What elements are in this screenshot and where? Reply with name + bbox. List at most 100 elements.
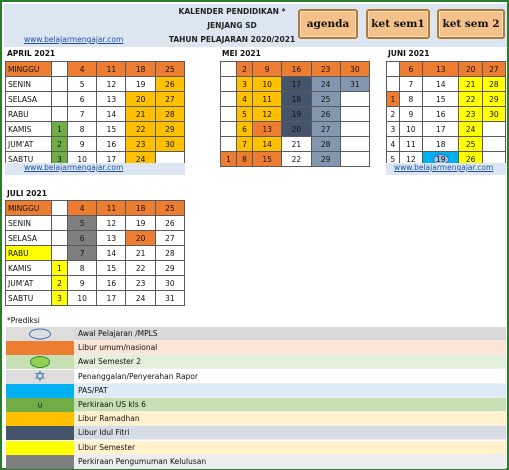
date-cell: 8 bbox=[236, 151, 254, 167]
date-cell bbox=[339, 136, 371, 152]
day-label: SENIN bbox=[5, 76, 52, 92]
date-cell: 1 bbox=[386, 91, 400, 107]
date-cell: 27 bbox=[310, 121, 341, 137]
date-cell: 5 bbox=[236, 106, 254, 122]
date-cell: 19 bbox=[125, 76, 156, 92]
star-icon: ✡ bbox=[34, 368, 46, 385]
date-cell: 27 bbox=[154, 91, 186, 107]
green-oval-icon bbox=[30, 356, 50, 369]
date-cell: 9 bbox=[67, 275, 98, 291]
april-week-row: KAMIS 1 8 15 22 29 bbox=[5, 121, 186, 137]
date-cell: 31 bbox=[154, 290, 186, 306]
legend-item: PAS/PAT bbox=[6, 383, 506, 398]
agenda-button[interactable]: agenda bbox=[298, 9, 358, 39]
date-cell: 20 bbox=[125, 230, 156, 246]
date-cell: 6 bbox=[67, 91, 98, 107]
day-label: RABU bbox=[5, 106, 52, 122]
juni-week-row: 6 13 20 27 bbox=[386, 61, 507, 77]
juli-week-row: RABU 7 14 21 28 bbox=[5, 245, 186, 261]
day-label: SENIN bbox=[5, 215, 52, 231]
date-cell: 6 bbox=[67, 230, 98, 246]
legend-label: Perkiraan Pengumuman Kelulusan bbox=[78, 456, 207, 466]
date-cell: 6 bbox=[398, 61, 423, 77]
mei-week-row: 7 14 21 28 bbox=[219, 136, 371, 152]
juli-week-row: SENIN 5 12 19 26 bbox=[5, 215, 186, 231]
date-cell: 14 bbox=[96, 106, 127, 122]
legend-label: Perkiraan US kls 6 bbox=[78, 400, 146, 409]
date-cell: 3 bbox=[236, 76, 254, 92]
date-cell: 15 bbox=[96, 260, 127, 276]
date-cell bbox=[50, 215, 69, 231]
legend-swatch bbox=[6, 341, 74, 356]
title-line-1: KALENDER PENDIDIKAN * bbox=[178, 7, 286, 16]
date-cell bbox=[50, 245, 69, 261]
date-cell: 20 bbox=[281, 121, 312, 137]
day-label: SABTU bbox=[5, 290, 52, 306]
date-cell: 24 bbox=[125, 290, 156, 306]
date-cell: 25 bbox=[310, 91, 341, 107]
month-title-april: APRIL 2021 bbox=[7, 49, 56, 58]
date-cell: 10 bbox=[67, 290, 98, 306]
date-cell: 4 bbox=[236, 91, 254, 107]
date-cell: 12 bbox=[96, 76, 127, 92]
date-cell: 17 bbox=[96, 290, 127, 306]
date-cell: 16 bbox=[421, 106, 460, 122]
date-cell: 27 bbox=[481, 61, 507, 77]
date-cell: 1 bbox=[50, 121, 69, 137]
date-cell: 17 bbox=[421, 121, 460, 137]
date-cell bbox=[50, 76, 69, 92]
date-cell: 7 bbox=[236, 136, 254, 152]
date-cell bbox=[481, 121, 507, 137]
date-cell: 13 bbox=[96, 91, 127, 107]
date-cell: 15 bbox=[252, 151, 283, 167]
calendar-sheet: KALENDER PENDIDIKAN * JENJANG SD TAHUN P… bbox=[0, 0, 509, 470]
mei-week-row: 1 8 15 22 29 bbox=[219, 151, 371, 167]
juli-week-row: JUM'AT 2 9 16 23 30 bbox=[5, 275, 186, 291]
legend-label: Libur Idul Fitri bbox=[78, 428, 130, 438]
day-label: RABU bbox=[5, 245, 52, 261]
date-cell bbox=[219, 91, 238, 107]
date-cell: 14 bbox=[252, 136, 283, 152]
date-cell: 25 bbox=[458, 136, 483, 152]
legend-item: Awal Pelajaran /MPLS bbox=[6, 327, 506, 341]
date-cell bbox=[481, 136, 507, 152]
date-cell: 11 bbox=[96, 61, 127, 77]
mei-week-row: 4 11 18 25 bbox=[219, 91, 371, 107]
date-cell: 8 bbox=[67, 260, 98, 276]
website-link-juni[interactable]: www.belajarmengajar.com bbox=[394, 163, 493, 172]
april-week-row: RABU 7 14 21 28 bbox=[5, 106, 186, 122]
date-cell bbox=[219, 76, 238, 92]
legend-swatch bbox=[6, 454, 74, 469]
date-cell: 12 bbox=[252, 106, 283, 122]
website-link-april[interactable]: www.belajarmengajar.com bbox=[24, 163, 123, 172]
month-title-juni: JUNI 2021 bbox=[388, 49, 430, 58]
date-cell: 23 bbox=[310, 61, 341, 77]
day-label: JUM'AT bbox=[5, 136, 52, 152]
date-cell: 22 bbox=[281, 151, 312, 167]
date-cell: 4 bbox=[67, 200, 98, 216]
juli-week-row: MINGGU 4 11 18 25 bbox=[5, 200, 186, 216]
date-cell bbox=[386, 76, 400, 92]
date-cell: 6 bbox=[236, 121, 254, 137]
legend-swatch bbox=[6, 355, 74, 370]
date-cell: 1 bbox=[50, 260, 69, 276]
ket-sem2-button[interactable]: ket sem 2 bbox=[437, 9, 505, 39]
day-label: JUM'AT bbox=[5, 275, 52, 291]
mei-week-row: 2 9 16 23 30 bbox=[219, 61, 371, 77]
date-cell: 13 bbox=[252, 121, 283, 137]
blue-oval-icon bbox=[29, 328, 51, 340]
legend-label: Libur Ramadhan bbox=[78, 414, 140, 424]
website-link-top[interactable]: www.belajarmengajar.com bbox=[24, 35, 123, 44]
date-cell: 26 bbox=[154, 215, 186, 231]
juni-week-row: 7 14 21 28 bbox=[386, 76, 507, 92]
calendar-mei: 2 9 16 23 30 3 10 17 24 31 4 11 18 25 5 12 19 26 6 13 20 27 7 1… bbox=[219, 61, 371, 167]
mei-week-row: 3 10 17 24 31 bbox=[219, 76, 371, 92]
date-cell: 21 bbox=[125, 245, 156, 261]
juni-week-row: 4 11 18 25 bbox=[386, 136, 507, 152]
date-cell: 19 bbox=[125, 215, 156, 231]
date-cell: 9 bbox=[252, 61, 283, 77]
date-cell: 8 bbox=[398, 91, 423, 107]
ket-sem1-button[interactable]: ket sem1 bbox=[366, 9, 430, 39]
date-cell: 22 bbox=[458, 91, 483, 107]
legend-swatch bbox=[6, 383, 74, 398]
